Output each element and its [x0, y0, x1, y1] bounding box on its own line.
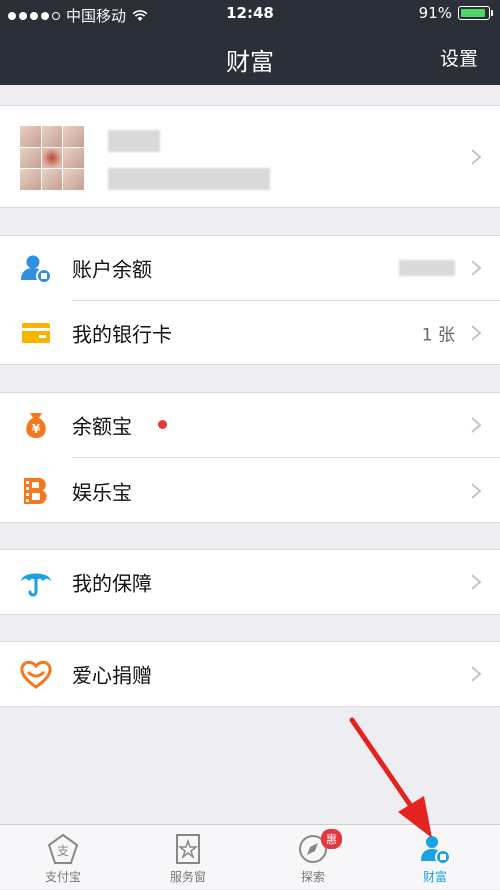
donation-row[interactable]: 爱心捐赠 — [0, 642, 500, 706]
alipay-icon: 支 — [47, 833, 79, 864]
chevron-right-icon — [471, 417, 482, 433]
insurance-group: 我的保障 — [0, 549, 500, 615]
donation-group: 爱心捐赠 — [0, 641, 500, 707]
film-b-icon — [24, 478, 47, 504]
tab-label: 支付宝 — [44, 870, 81, 884]
heart-icon — [20, 660, 52, 689]
svg-text:支: 支 — [57, 844, 69, 858]
money-bag-icon: ¥ — [26, 413, 46, 438]
tab-bar: 支 支付宝 服务窗 惠 探索 财富 — [0, 824, 500, 889]
yulebao-label: 娱乐宝 — [72, 480, 132, 505]
bank-card-label: 我的银行卡 — [72, 322, 172, 347]
bank-card-count: 1 张 — [421, 325, 455, 346]
bank-card-row[interactable]: 我的银行卡 1 张 — [0, 301, 500, 365]
wealth-icon — [421, 836, 451, 865]
status-bar: 中国移动 12:48 91% — [0, 0, 500, 28]
account-balance-icon — [21, 255, 52, 284]
chevron-right-icon — [471, 149, 482, 165]
chevron-right-icon — [471, 325, 482, 341]
tab-alipay[interactable]: 支 支付宝 — [18, 825, 108, 890]
chevron-right-icon — [471, 260, 482, 276]
notification-dot — [158, 420, 167, 429]
donation-label: 爱心捐赠 — [72, 663, 152, 688]
tab-explore[interactable]: 惠 探索 — [268, 825, 358, 890]
battery-percent: 91% — [418, 4, 452, 22]
tab-label: 探索 — [300, 870, 325, 884]
page-title: 财富 — [226, 48, 274, 76]
chevron-right-icon — [471, 483, 482, 499]
avatar — [20, 126, 84, 190]
insurance-label: 我的保障 — [72, 571, 152, 596]
balance-label: 账户余额 — [72, 257, 152, 282]
investment-group: ¥ 余额宝 娱乐宝 — [0, 392, 500, 523]
umbrella-icon — [21, 573, 51, 597]
profile-card[interactable] — [0, 105, 500, 208]
insurance-row[interactable]: 我的保障 — [0, 550, 500, 614]
yuebao-label: 余额宝 — [72, 414, 132, 439]
chevron-right-icon — [471, 666, 482, 682]
yulebao-row[interactable]: 娱乐宝 — [0, 459, 500, 523]
explore-badge: 惠 — [321, 829, 342, 849]
account-group: 账户余额 我的银行卡 1 张 — [0, 235, 500, 365]
svg-text:¥: ¥ — [32, 422, 41, 436]
balance-value-blurred — [399, 260, 455, 276]
service-window-icon — [176, 834, 200, 864]
tab-label: 服务窗 — [169, 870, 206, 884]
status-right: 91% — [418, 4, 493, 22]
nav-bar: 财富 设置 — [0, 28, 500, 85]
battery-icon — [458, 6, 493, 20]
tab-label: 财富 — [422, 870, 447, 884]
settings-button[interactable]: 设置 — [440, 44, 478, 71]
profile-account-blurred — [108, 168, 270, 190]
tab-wealth[interactable]: 财富 — [390, 825, 480, 890]
balance-row[interactable]: 账户余额 — [0, 236, 500, 300]
chevron-right-icon — [471, 574, 482, 590]
tab-service-window[interactable]: 服务窗 — [143, 825, 233, 890]
yuebao-row[interactable]: ¥ 余额宝 — [0, 393, 500, 457]
bank-card-icon — [22, 323, 50, 343]
profile-name-blurred — [108, 130, 160, 152]
